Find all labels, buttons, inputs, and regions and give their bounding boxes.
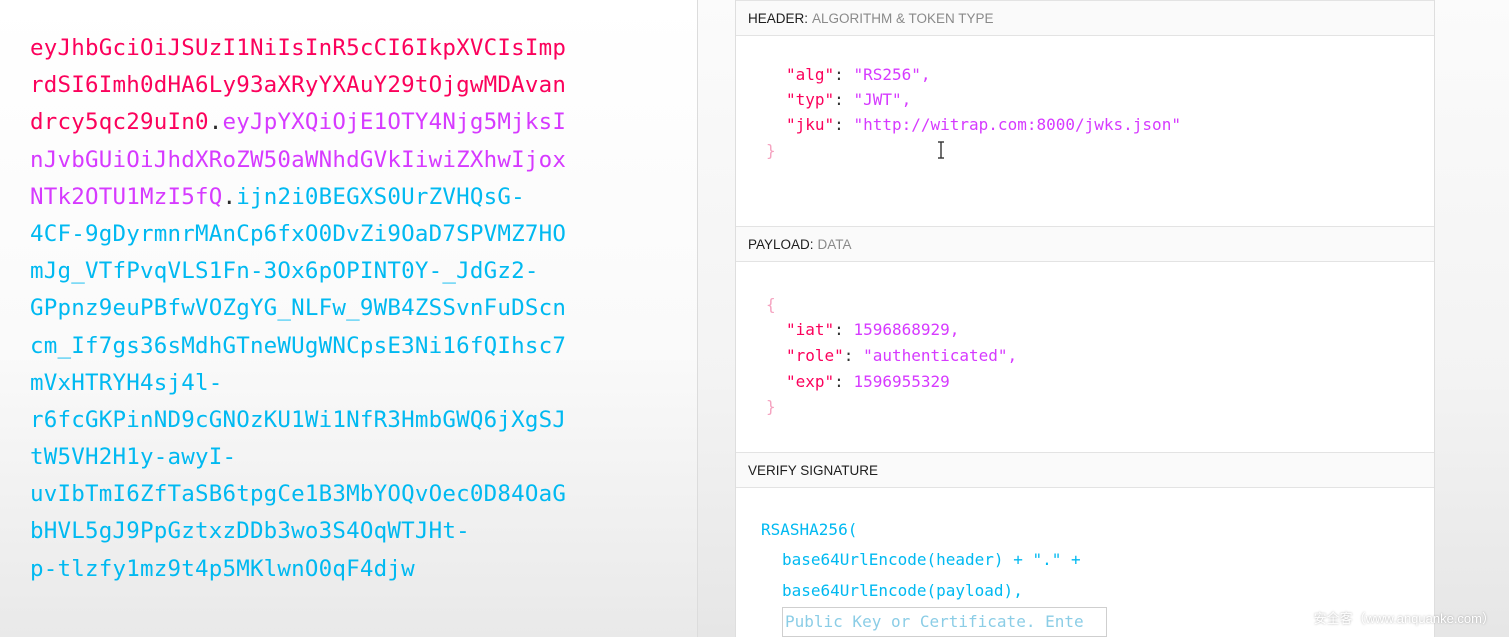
header-jku-line: "jku": "http://witrap.com:8000/jwks.json… (786, 115, 1181, 134)
json-key: "jku" (786, 115, 835, 134)
header-close-brace: } (766, 141, 776, 160)
json-key: "role" (786, 346, 844, 365)
token-signature-segment: 4CF-9gDyrmnrMAnCp6fxO0DvZi9OaD7SPVMZ7HO (30, 220, 567, 247)
encoded-token-line: uvIbTmI6ZfTaSB6tpgCe1B3MbYOQvOec0D84OaG (30, 476, 620, 513)
encoded-pane: eyJhbGciOiJSUzI1NiIsInR5cCI6IkpXVCIsImp r… (0, 0, 698, 637)
json-value: "JWT", (853, 90, 912, 109)
encoded-token-line: nJvbGUiOiJhdXRoZW50aWNhdGVkIiwiZXhwIjox (30, 142, 620, 179)
watermark: 安全客（www.anquanke.com） (1313, 611, 1495, 626)
token-signature-segment: r6fcGKPinND9cGNOzKU1Wi1NfR3HmbGWQ6jXgSJ (30, 406, 567, 433)
encoded-token-line: rdSI6Imh0dHA6Ly93aXRyYXAuY29tOjgwMDAvan (30, 67, 620, 104)
payload-json-editor[interactable]: { "iat": 1596868929, "role": "authentica… (736, 262, 1434, 452)
encoded-token-line: drcy5qc29uIn0.eyJpYXQiOjE1OTY4Njg5MjksI (30, 104, 620, 141)
json-value: "RS256", (853, 65, 931, 84)
token-signature-segment: mVxHTRYH4sj4l- (30, 369, 223, 396)
payload-title: PAYLOAD: (748, 237, 814, 252)
payload-iat-line: "iat": 1596868929, (786, 320, 960, 339)
public-key-input[interactable]: Public Key or Certificate. Ente (782, 607, 1107, 637)
token-signature-segment: mJg_VTfPvqVLS1Fn-3Ox6pOPINT0Y-_JdGz2- (30, 258, 539, 285)
encoded-token-line: mVxHTRYH4sj4l- (30, 365, 620, 402)
payload-open-brace: { (766, 295, 776, 314)
token-header-segment: rdSI6Imh0dHA6Ly93aXRyYXAuY29tOjgwMDAvan (30, 72, 567, 99)
encoded-token-line: tW5VH2H1y-awyI- (30, 439, 620, 476)
signature-algo-line: RSASHA256( (761, 520, 858, 539)
payload-exp-line: "exp": 1596955329 (786, 372, 950, 391)
json-key: "typ" (786, 90, 835, 109)
encoded-token-line: 4CF-9gDyrmnrMAnCp6fxO0DvZi9OaD7SPVMZ7HO (30, 216, 620, 253)
encoded-token-textarea[interactable]: eyJhbGciOiJSUzI1NiIsInR5cCI6IkpXVCIsImp r… (30, 30, 620, 588)
header-subtitle: ALGORITHM & TOKEN TYPE (812, 11, 994, 26)
header-typ-line: "typ": "JWT", (786, 90, 912, 109)
decoded-panel: HEADER: ALGORITHM & TOKEN TYPE "alg": "RS… (735, 0, 1435, 637)
encoded-token-line: bHVL5gJ9PpGztxzDDb3wo3S4OqWTJHt- (30, 513, 620, 550)
token-payload-segment: NTk2OTU1MzI5fQ (30, 183, 223, 210)
token-payload-segment: eyJpYXQiOjE1OTY4Njg5MjksI (222, 109, 567, 136)
token-dot-segment: . (208, 109, 223, 136)
payload-section-title: PAYLOAD: DATA (736, 226, 1434, 262)
json-value: "http://witrap.com:8000/jwks.json" (853, 115, 1181, 134)
json-value: 1596955329 (853, 372, 950, 391)
encoded-token-line: p-tlzfy1mz9t4p5MKlwnO0qF4djw (30, 551, 620, 588)
encoded-token-line: eyJhbGciOiJSUzI1NiIsInR5cCI6IkpXVCIsImp (30, 30, 620, 67)
json-key: "alg" (786, 65, 835, 84)
encoded-token-line: mJg_VTfPvqVLS1Fn-3Ox6pOPINT0Y-_JdGz2- (30, 253, 620, 290)
encoded-token-line: NTk2OTU1MzI5fQ.ijn2i0BEGXS0UrZVHQsG- (30, 179, 620, 216)
token-header-segment: eyJhbGciOiJSUzI1NiIsInR5cCI6IkpXVCIsImp (30, 35, 567, 61)
signature-header-line: base64UrlEncode(header) + "." + (782, 550, 1081, 569)
payload-close-brace: } (766, 397, 776, 416)
token-header-segment: drcy5qc29uIn0 (30, 109, 209, 136)
signature-payload-line: base64UrlEncode(payload), (782, 581, 1023, 600)
encoded-token-line: cm_If7gs36sMdhGTneWUgWNCpsE3Ni16fQIhsc7 (30, 328, 620, 365)
header-title: HEADER: (748, 11, 809, 26)
token-signature-segment: ijn2i0BEGXS0UrZVHQsG- (236, 183, 525, 210)
payload-subtitle: DATA (817, 237, 852, 252)
json-key: "iat" (786, 320, 835, 339)
header-alg-line: "alg": "RS256", (786, 65, 931, 84)
header-section-title: HEADER: ALGORITHM & TOKEN TYPE (736, 0, 1434, 36)
json-key: "exp" (786, 372, 835, 391)
token-signature-segment: bHVL5gJ9PpGztxzDDb3wo3S4OqWTJHt- (30, 518, 470, 545)
i-beam-cursor-icon (938, 141, 944, 159)
json-value: "authenticated", (863, 346, 1018, 365)
payload-role-line: "role": "authenticated", (786, 346, 1018, 365)
token-payload-segment: nJvbGUiOiJhdXRoZW50aWNhdGVkIiwiZXhwIjox (30, 146, 567, 173)
token-dot-segment: . (222, 183, 237, 210)
token-signature-segment: cm_If7gs36sMdhGTneWUgWNCpsE3Ni16fQIhsc7 (30, 332, 567, 359)
signature-title: VERIFY SIGNATURE (748, 463, 879, 478)
token-signature-segment: p-tlzfy1mz9t4p5MKlwnO0qF4djw (30, 555, 415, 582)
token-signature-segment: tW5VH2H1y-awyI- (30, 444, 237, 471)
json-value: 1596868929, (853, 320, 960, 339)
token-signature-segment: GPpnz9euPBfwVOZgYG_NLFw_9WB4ZSSvnFuDScn (30, 295, 567, 322)
encoded-token-line: GPpnz9euPBfwVOZgYG_NLFw_9WB4ZSSvnFuDScn (30, 290, 620, 327)
token-signature-segment: uvIbTmI6ZfTaSB6tpgCe1B3MbYOQvOec0D84OaG (30, 481, 567, 508)
signature-section-title: VERIFY SIGNATURE (736, 452, 1434, 488)
header-json-editor[interactable]: "alg": "RS256", "typ": "JWT", "jku": "ht… (736, 36, 1434, 226)
encoded-token-line: r6fcGKPinND9cGNOzKU1Wi1NfR3HmbGWQ6jXgSJ (30, 402, 620, 439)
